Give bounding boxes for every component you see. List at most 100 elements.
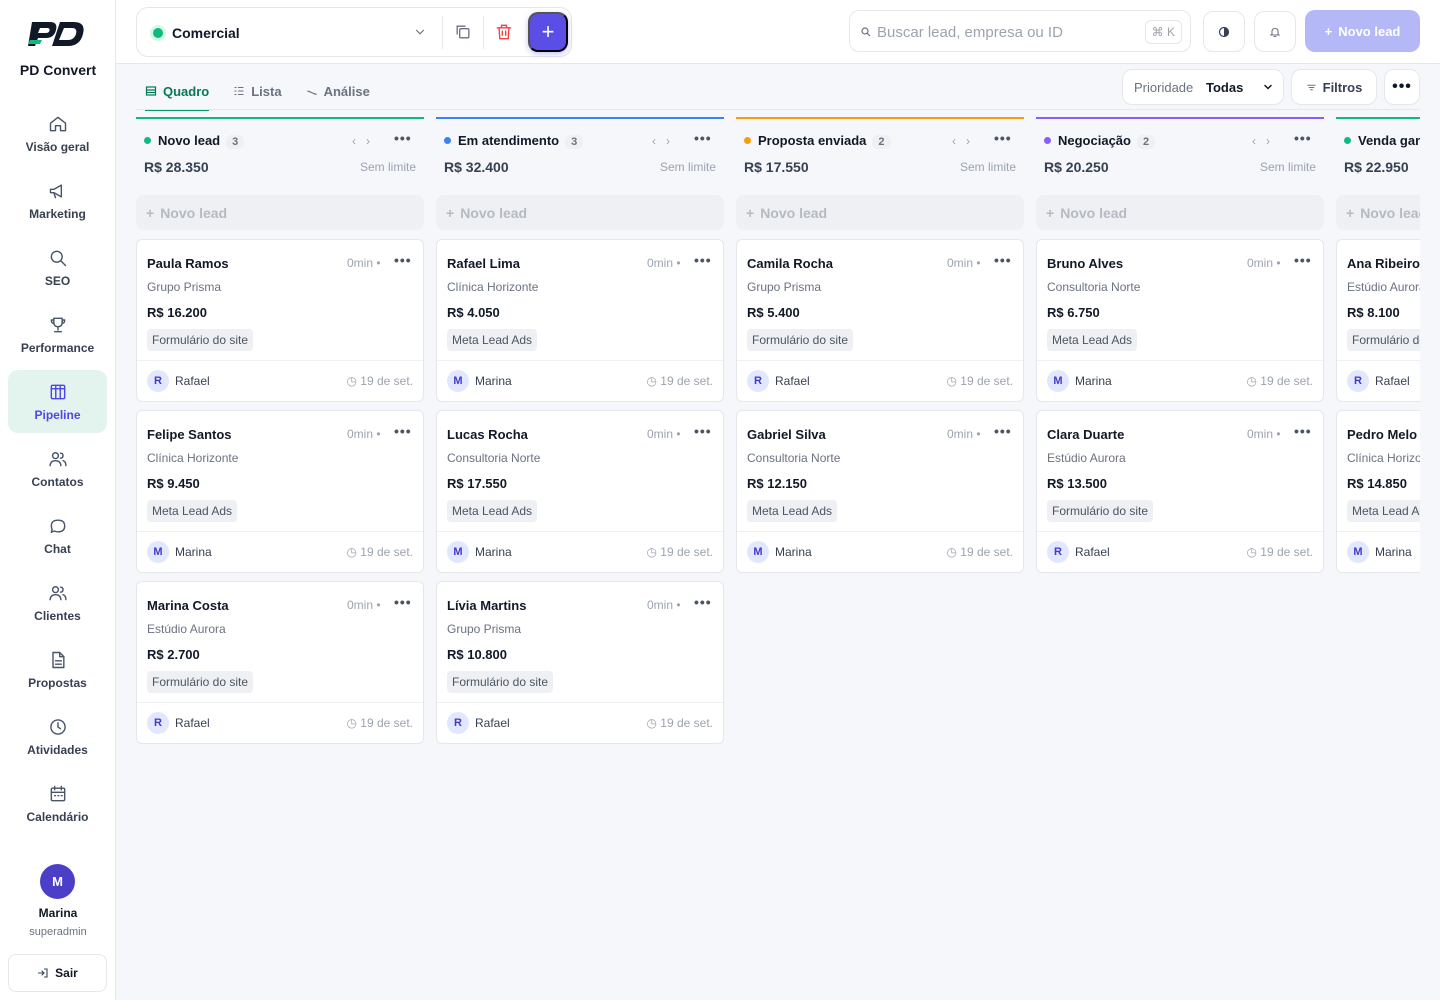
add-lead-button[interactable]: + Novo lead (1336, 195, 1420, 230)
lead-card[interactable]: Lívia Martins 0min • ••• Grupo Prisma R$… (436, 581, 724, 744)
lead-name[interactable]: Pedro Melo (1347, 427, 1417, 442)
column-move-arrows[interactable]: ‹› (1252, 134, 1280, 148)
more-options-button[interactable]: ••• (1384, 69, 1420, 105)
lead-name[interactable]: Marina Costa (147, 598, 229, 613)
card-more-button[interactable]: ••• (994, 423, 1012, 439)
tab-quadro[interactable]: Quadro (136, 72, 218, 111)
chevron-down-icon[interactable] (413, 25, 427, 39)
card-more-button[interactable]: ••• (994, 252, 1012, 268)
card-more-button[interactable]: ••• (394, 594, 412, 610)
sidebar-item-atividades[interactable]: Atividades (8, 705, 107, 768)
tab-analise[interactable]: Análise (297, 72, 379, 110)
sidebar-item-contatos[interactable]: Contatos (8, 437, 107, 500)
add-lead-button[interactable]: + Novo lead (1036, 195, 1324, 230)
lead-company: Clínica Horizonte (147, 451, 239, 465)
add-lead-button[interactable]: + Novo lead (736, 195, 1024, 230)
lead-card[interactable]: Clara Duarte 0min • ••• Estúdio Aurora R… (1036, 410, 1324, 573)
lead-name[interactable]: Felipe Santos (147, 427, 232, 442)
sidebar-item-calendario[interactable]: Calendário (8, 772, 107, 835)
priority-select[interactable]: Prioridade Todas (1122, 69, 1284, 105)
sidebar-item-performance[interactable]: Performance (8, 303, 107, 366)
card-more-button[interactable]: ••• (394, 252, 412, 268)
lead-name[interactable]: Camila Rocha (747, 256, 833, 271)
search-input[interactable] (877, 20, 1137, 44)
chevron-right-icon[interactable]: › (1266, 134, 1280, 148)
sidebar-item-label: Pipeline (34, 407, 81, 422)
lead-date: ◷ 19 de set. (1246, 545, 1313, 559)
lead-card[interactable]: Paula Ramos 0min • ••• Grupo Prisma R$ 1… (136, 239, 424, 402)
lead-card[interactable]: Marina Costa 0min • ••• Estúdio Aurora R… (136, 581, 424, 744)
trash-icon[interactable] (494, 22, 514, 42)
sidebar-item-propostas[interactable]: Propostas (8, 638, 107, 701)
lead-card[interactable]: Camila Rocha 0min • ••• Grupo Prisma R$ … (736, 239, 1024, 402)
column-move-arrows[interactable]: ‹› (352, 134, 380, 148)
column-total: R$ 32.400 (444, 159, 509, 175)
column-more-button[interactable]: ••• (694, 130, 712, 146)
lead-name[interactable]: Paula Ramos (147, 256, 229, 271)
avatar: R (747, 370, 769, 392)
sidebar-item-chat[interactable]: Chat (8, 504, 107, 567)
lead-name[interactable]: Gabriel Silva (747, 427, 826, 442)
sidebar-item-clientes[interactable]: Clientes (8, 571, 107, 634)
filters-button[interactable]: Filtros (1291, 69, 1377, 105)
add-lead-button[interactable]: + Novo lead (136, 195, 424, 230)
clock-icon: ◷ (346, 374, 357, 388)
column-more-button[interactable]: ••• (1294, 130, 1312, 146)
column-title: Venda ganha2 (1358, 133, 1420, 149)
sidebar-nav: Visão geral Marketing SEO Performance Pi… (8, 102, 107, 839)
chevron-left-icon[interactable]: ‹ (1252, 134, 1266, 148)
tab-lista[interactable]: Lista (224, 72, 290, 110)
card-more-button[interactable]: ••• (694, 252, 712, 268)
add-pipeline-button[interactable]: + (528, 12, 568, 52)
lead-card[interactable]: Lucas Rocha 0min • ••• Consultoria Norte… (436, 410, 724, 573)
card-more-button[interactable]: ••• (694, 423, 712, 439)
lead-name[interactable]: Bruno Alves (1047, 256, 1123, 271)
chevron-right-icon[interactable]: › (366, 134, 380, 148)
lead-card[interactable]: Rafael Lima 0min • ••• Clínica Horizonte… (436, 239, 724, 402)
column-move-arrows[interactable]: ‹› (952, 134, 980, 148)
add-lead-label: Novo lead (1060, 204, 1128, 221)
avatar[interactable]: M (40, 864, 75, 899)
more-icon: ••• (394, 252, 412, 268)
chevron-left-icon[interactable]: ‹ (652, 134, 666, 148)
card-more-button[interactable]: ••• (694, 594, 712, 610)
lead-card[interactable]: Gabriel Silva 0min • ••• Consultoria Nor… (736, 410, 1024, 573)
column-count-badge: 3 (565, 135, 584, 149)
notifications-button[interactable] (1254, 11, 1296, 52)
duplicate-icon[interactable] (453, 22, 473, 42)
column-more-button[interactable]: ••• (394, 130, 412, 146)
logout-button[interactable]: Sair (8, 954, 107, 992)
sidebar-item-visao-geral[interactable]: Visão geral (8, 102, 107, 165)
pd-convert-logo[interactable] (28, 18, 88, 50)
lead-card[interactable]: Ana Ribeiro 0min • ••• Estúdio Aurora R$… (1336, 239, 1420, 402)
lead-name[interactable]: Ana Ribeiro (1347, 256, 1420, 271)
chevron-right-icon[interactable]: › (966, 134, 980, 148)
new-lead-label: Novo lead (1338, 23, 1401, 39)
lead-card[interactable]: Bruno Alves 0min • ••• Consultoria Norte… (1036, 239, 1324, 402)
theme-toggle-button[interactable] (1203, 11, 1245, 52)
lead-name[interactable]: Rafael Lima (447, 256, 520, 271)
column-more-button[interactable]: ••• (994, 130, 1012, 146)
column-color-bar (1036, 117, 1324, 119)
add-lead-button[interactable]: + Novo lead (436, 195, 724, 230)
lead-company: Grupo Prisma (447, 622, 522, 636)
lead-card[interactable]: Pedro Melo 0min • ••• Clínica Horizonte … (1336, 410, 1420, 573)
chevron-left-icon[interactable]: ‹ (352, 134, 366, 148)
column-move-arrows[interactable]: ‹› (652, 134, 680, 148)
sidebar-item-seo[interactable]: SEO (8, 236, 107, 299)
sidebar-item-pipeline[interactable]: Pipeline (8, 370, 107, 433)
chevron-left-icon[interactable]: ‹ (952, 134, 966, 148)
lead-card[interactable]: Felipe Santos 0min • ••• Clínica Horizon… (136, 410, 424, 573)
card-more-button[interactable]: ••• (1294, 252, 1312, 268)
lead-name[interactable]: Lucas Rocha (447, 427, 528, 442)
chevron-right-icon[interactable]: › (666, 134, 680, 148)
card-more-button[interactable]: ••• (1294, 423, 1312, 439)
lead-name[interactable]: Lívia Martins (447, 598, 526, 613)
sidebar-item-marketing[interactable]: Marketing (8, 169, 107, 232)
lead-owner: Rafael (175, 374, 210, 388)
lead-name[interactable]: Clara Duarte (1047, 427, 1124, 442)
pipeline-name[interactable]: Comercial (172, 25, 240, 41)
more-icon: ••• (694, 594, 712, 610)
card-more-button[interactable]: ••• (394, 423, 412, 439)
new-lead-button[interactable]: + Novo lead (1305, 10, 1420, 52)
